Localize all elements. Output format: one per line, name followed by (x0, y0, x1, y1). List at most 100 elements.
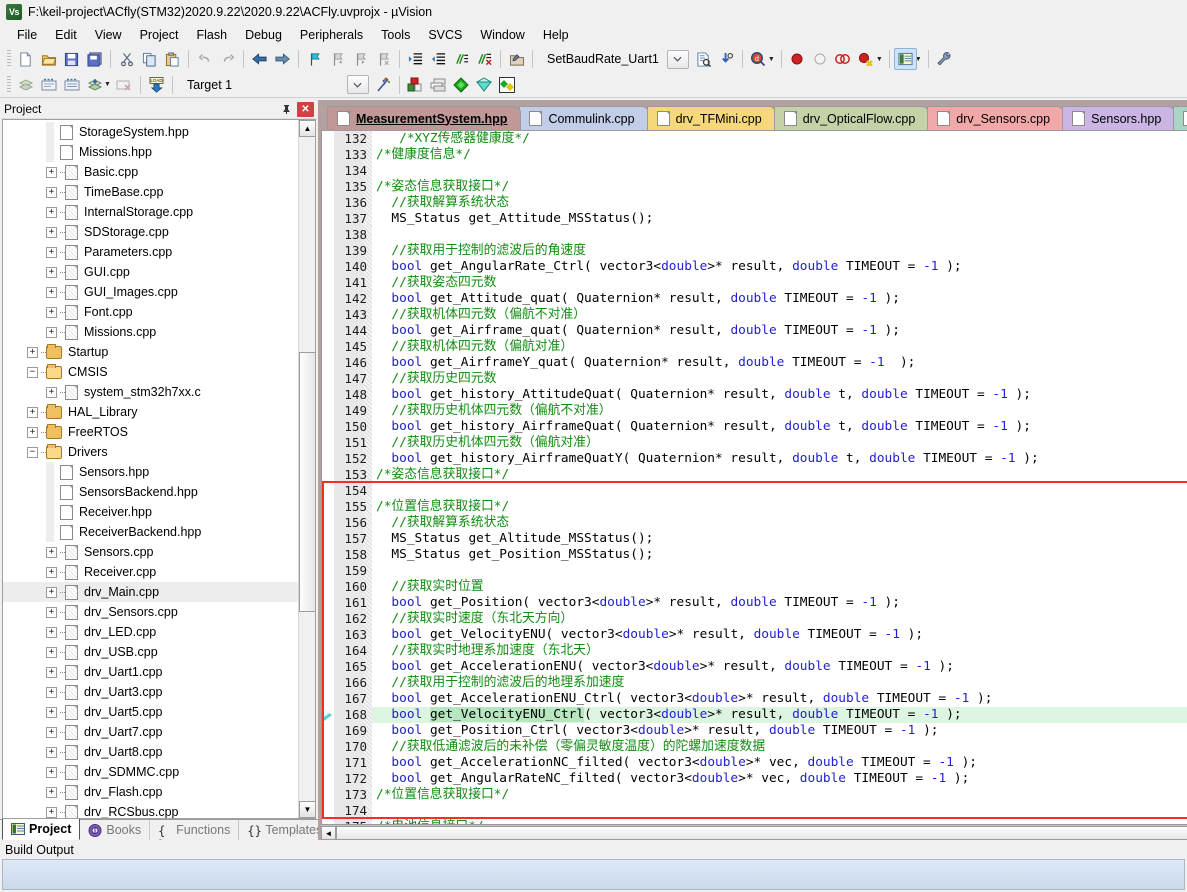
insert-bookmark-icon[interactable] (505, 48, 528, 70)
tree-item[interactable]: +Missions.cpp (3, 322, 298, 342)
menu-item-project[interactable]: Project (131, 26, 188, 44)
expand-icon[interactable]: + (46, 287, 57, 298)
find-in-files-icon[interactable] (692, 48, 715, 70)
hscroll-track[interactable] (336, 826, 1187, 840)
expand-icon[interactable]: + (46, 627, 57, 638)
expand-icon[interactable]: + (46, 607, 57, 618)
editor-tab[interactable]: drv_Sensors.cpp (927, 106, 1064, 130)
triangle-down-icon[interactable]: ▼ (299, 801, 316, 818)
tree-item[interactable]: +drv_LED.cpp (3, 622, 298, 642)
tree-item[interactable]: +Receiver.cpp (3, 562, 298, 582)
target-options-icon[interactable] (372, 74, 395, 96)
tree-item[interactable]: +drv_Uart7.cpp (3, 722, 298, 742)
panel-tab-functions[interactable]: { }Functions (150, 820, 239, 840)
build-icon[interactable] (37, 74, 60, 96)
code-line[interactable]: bool get_history_AirframeQuatY( Quaterni… (376, 451, 1187, 467)
menu-item-tools[interactable]: Tools (372, 26, 419, 44)
expand-icon[interactable]: + (46, 547, 57, 558)
code-line[interactable]: bool get_AccelerationENU( vector3<double… (376, 659, 1187, 675)
tree-item[interactable]: +TimeBase.cpp (3, 182, 298, 202)
editor-bookmark-column[interactable] (322, 131, 334, 824)
code-line[interactable]: /*位置信息获取接口*/ (376, 787, 1187, 803)
code-line[interactable]: bool get_Attitude_quat( Quaternion* resu… (376, 291, 1187, 307)
tree-item[interactable]: −CMSIS (3, 362, 298, 382)
chevron-down-icon[interactable] (347, 75, 369, 94)
expand-icon[interactable]: + (46, 667, 57, 678)
tree-item[interactable]: StorageSystem.hpp (3, 122, 298, 142)
tree-item[interactable]: +InternalStorage.cpp (3, 202, 298, 222)
code-line[interactable]: bool get_VelocityENU( vector3<double>* r… (376, 627, 1187, 643)
project-tree[interactable]: StorageSystem.hppMissions.hpp+Basic.cpp+… (2, 119, 316, 819)
menu-item-peripherals[interactable]: Peripherals (291, 26, 372, 44)
code-line[interactable]: //获取实时位置 (376, 579, 1187, 595)
collapse-icon[interactable]: − (27, 447, 38, 458)
tree-item[interactable]: −Drivers (3, 442, 298, 462)
code-line[interactable]: //获取历史机体四元数（偏航不对准） (376, 403, 1187, 419)
expand-icon[interactable]: + (27, 347, 38, 358)
editor-tab[interactable]: MeasurementSystem.hpp (327, 106, 521, 130)
tree-item[interactable]: Sensors.hpp (3, 462, 298, 482)
tree-item[interactable]: +FreeRTOS (3, 422, 298, 442)
navigate-forward-icon[interactable] (271, 48, 294, 70)
editor-tab[interactable]: Rec (1173, 106, 1187, 130)
chevron-left-icon[interactable]: ◄ (321, 826, 336, 840)
code-line[interactable]: bool get_history_AirframeQuat( Quaternio… (376, 419, 1187, 435)
expand-icon[interactable]: + (46, 327, 57, 338)
code-line[interactable]: /*姿态信息获取接口*/ (376, 467, 1187, 483)
new-file-icon[interactable] (14, 48, 37, 70)
code-line[interactable]: bool get_Position_Ctrl( vector3<double>*… (376, 723, 1187, 739)
code-line[interactable]: MS_Status get_Attitude_MSStatus(); (376, 211, 1187, 227)
tree-item[interactable]: +drv_SDMMC.cpp (3, 762, 298, 782)
code-line[interactable]: //获取用于控制的滤波后的角速度 (376, 243, 1187, 259)
code-line[interactable]: bool get_AccelerationNC_filted( vector3<… (376, 755, 1187, 771)
expand-icon[interactable]: + (27, 407, 38, 418)
expand-icon[interactable]: + (46, 807, 57, 818)
cut-icon[interactable] (115, 48, 138, 70)
expand-icon[interactable]: + (46, 187, 57, 198)
code-line[interactable]: //获取用于控制的滤波后的地理系加速度 (376, 675, 1187, 691)
tree-item[interactable]: ReceiverBackend.hpp (3, 522, 298, 542)
code-line[interactable]: //获取解算系统状态 (376, 195, 1187, 211)
menu-item-view[interactable]: View (86, 26, 131, 44)
code-line[interactable]: //获取低通滤波后的未补偿（零偏灵敏度温度）的陀螺加速度数据 (376, 739, 1187, 755)
code-line[interactable] (376, 483, 1187, 499)
scrollbar-thumb[interactable] (299, 352, 316, 612)
menu-item-window[interactable]: Window (471, 26, 533, 44)
editor-tab[interactable]: Commulink.cpp (519, 106, 648, 130)
code-line[interactable]: //获取历史四元数 (376, 371, 1187, 387)
expand-icon[interactable]: + (46, 167, 57, 178)
expand-icon[interactable]: + (46, 247, 57, 258)
code-line[interactable]: /*健康度信息*/ (376, 147, 1187, 163)
chevron-down-icon[interactable] (667, 50, 689, 69)
triangle-up-icon[interactable]: ▲ (299, 120, 316, 137)
download-icon[interactable]: LOAD (145, 74, 168, 96)
breakpoint-disabled-icon[interactable] (809, 48, 832, 70)
tree-item[interactable]: +drv_Uart1.cpp (3, 662, 298, 682)
breakpoint-clear-icon[interactable] (855, 48, 878, 70)
expand-icon[interactable]: + (27, 427, 38, 438)
editor-hscrollbar[interactable]: ◄ (321, 825, 1187, 840)
save-icon[interactable] (60, 48, 83, 70)
tree-item[interactable]: +GUI_Images.cpp (3, 282, 298, 302)
tree-item[interactable]: +HAL_Library (3, 402, 298, 422)
hscroll-thumb[interactable] (336, 826, 1187, 840)
bookmark-prev-icon[interactable] (326, 48, 349, 70)
tree-item[interactable]: +SDStorage.cpp (3, 222, 298, 242)
collapse-icon[interactable]: − (27, 367, 38, 378)
cyan-diamond-icon[interactable] (473, 74, 496, 96)
expand-icon[interactable]: + (46, 207, 57, 218)
incremental-find-icon[interactable] (715, 48, 738, 70)
indent-icon[interactable] (404, 48, 427, 70)
copy-icon[interactable] (138, 48, 161, 70)
navigate-back-icon[interactable] (248, 48, 271, 70)
tree-item[interactable]: +drv_Sensors.cpp (3, 602, 298, 622)
code-line[interactable]: /*电池信息接口*/ (376, 819, 1187, 824)
menu-item-edit[interactable]: Edit (46, 26, 86, 44)
save-all-icon[interactable] (83, 48, 106, 70)
paste-icon[interactable] (161, 48, 184, 70)
tree-item[interactable]: +Basic.cpp (3, 162, 298, 182)
toolbar-grip[interactable] (7, 76, 11, 94)
code-line[interactable]: /*姿态信息获取接口*/ (376, 179, 1187, 195)
expand-icon[interactable]: + (46, 707, 57, 718)
redo-icon[interactable] (216, 48, 239, 70)
